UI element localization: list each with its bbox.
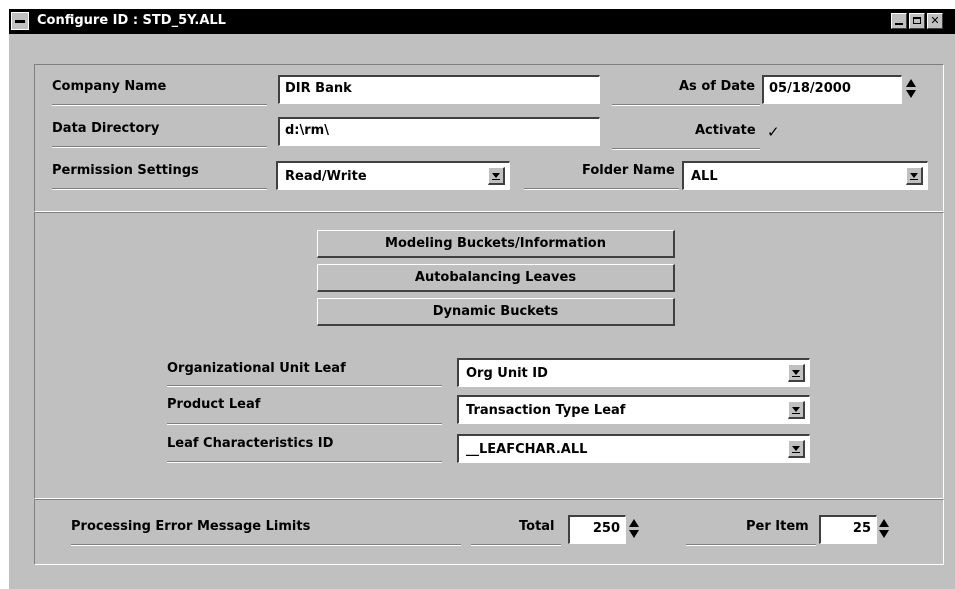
product-leaf-value: Transaction Type Leaf	[466, 403, 626, 418]
org-unit-leaf-value: Org Unit ID	[466, 366, 548, 381]
product-leaf-label: Product Leaf	[167, 397, 261, 412]
folder-name-label: Folder Name	[582, 163, 675, 178]
leaf-characteristics-select[interactable]: __LEAFCHAR.ALL	[457, 434, 810, 463]
data-directory-field[interactable]: d:\rm\	[278, 117, 600, 146]
dropdown-arrow-icon[interactable]	[906, 167, 923, 185]
company-name-label: Company Name	[52, 79, 167, 94]
dropdown-arrow-icon[interactable]	[788, 364, 805, 382]
dynamic-buckets-button[interactable]: Dynamic Buckets	[317, 298, 675, 326]
maximize-icon[interactable]	[909, 13, 925, 29]
label-underline	[167, 385, 442, 387]
product-leaf-select[interactable]: Transaction Type Leaf	[457, 395, 810, 424]
permission-settings-select[interactable]: Read/Write	[276, 161, 510, 190]
per-item-spin-arrows-icon[interactable]	[879, 519, 891, 539]
minimize-icon[interactable]	[891, 13, 907, 29]
error-limits-label: Processing Error Message Limits	[71, 519, 311, 534]
as-of-date-label: As of Date	[679, 79, 756, 94]
close-icon[interactable]: ✕	[927, 13, 943, 29]
label-underline	[52, 104, 267, 106]
folder-name-value: ALL	[691, 169, 718, 184]
permission-settings-label: Permission Settings	[52, 163, 199, 178]
as-of-date-field[interactable]: 05/18/2000	[762, 75, 902, 104]
label-underline	[612, 148, 760, 150]
dropdown-arrow-icon[interactable]	[488, 167, 505, 185]
dropdown-arrow-icon[interactable]	[788, 401, 805, 419]
label-underline	[471, 544, 561, 546]
date-spin-arrows-icon[interactable]	[906, 79, 918, 99]
label-underline	[524, 188, 679, 190]
total-label: Total	[519, 519, 555, 534]
org-unit-leaf-select[interactable]: Org Unit ID	[457, 358, 810, 387]
modeling-buckets-button[interactable]: Modeling Buckets/Information	[317, 230, 675, 258]
company-name-field[interactable]: DIR Bank	[278, 75, 600, 104]
activate-label: Activate	[695, 123, 756, 138]
label-underline	[52, 146, 267, 148]
label-underline	[167, 461, 442, 463]
label-underline	[52, 188, 267, 190]
label-underline	[71, 544, 461, 546]
system-menu-icon[interactable]	[11, 12, 29, 30]
configure-id-window: Configure ID : STD_5Y.ALL ✕ Company Name…	[8, 8, 955, 589]
autobalancing-leaves-button[interactable]: Autobalancing Leaves	[317, 264, 675, 292]
label-underline	[612, 104, 760, 106]
permission-settings-value: Read/Write	[285, 169, 367, 184]
window-title: Configure ID : STD_5Y.ALL	[37, 13, 226, 28]
per-item-label: Per Item	[746, 519, 809, 534]
activate-checkbox-checkmark-icon[interactable]: ✓	[767, 123, 785, 141]
label-underline	[167, 423, 442, 425]
per-item-field[interactable]: 25	[819, 515, 877, 544]
title-bar[interactable]: Configure ID : STD_5Y.ALL ✕	[9, 9, 955, 34]
total-field[interactable]: 250	[568, 515, 626, 544]
folder-name-select[interactable]: ALL	[682, 161, 928, 190]
data-directory-label: Data Directory	[52, 121, 160, 136]
leaf-characteristics-label: Leaf Characteristics ID	[167, 436, 334, 451]
total-spin-arrows-icon[interactable]	[629, 519, 641, 539]
org-unit-leaf-label: Organizational Unit Leaf	[167, 361, 346, 376]
label-underline	[686, 544, 816, 546]
leaf-characteristics-value: __LEAFCHAR.ALL	[466, 442, 588, 457]
dropdown-arrow-icon[interactable]	[788, 440, 805, 458]
